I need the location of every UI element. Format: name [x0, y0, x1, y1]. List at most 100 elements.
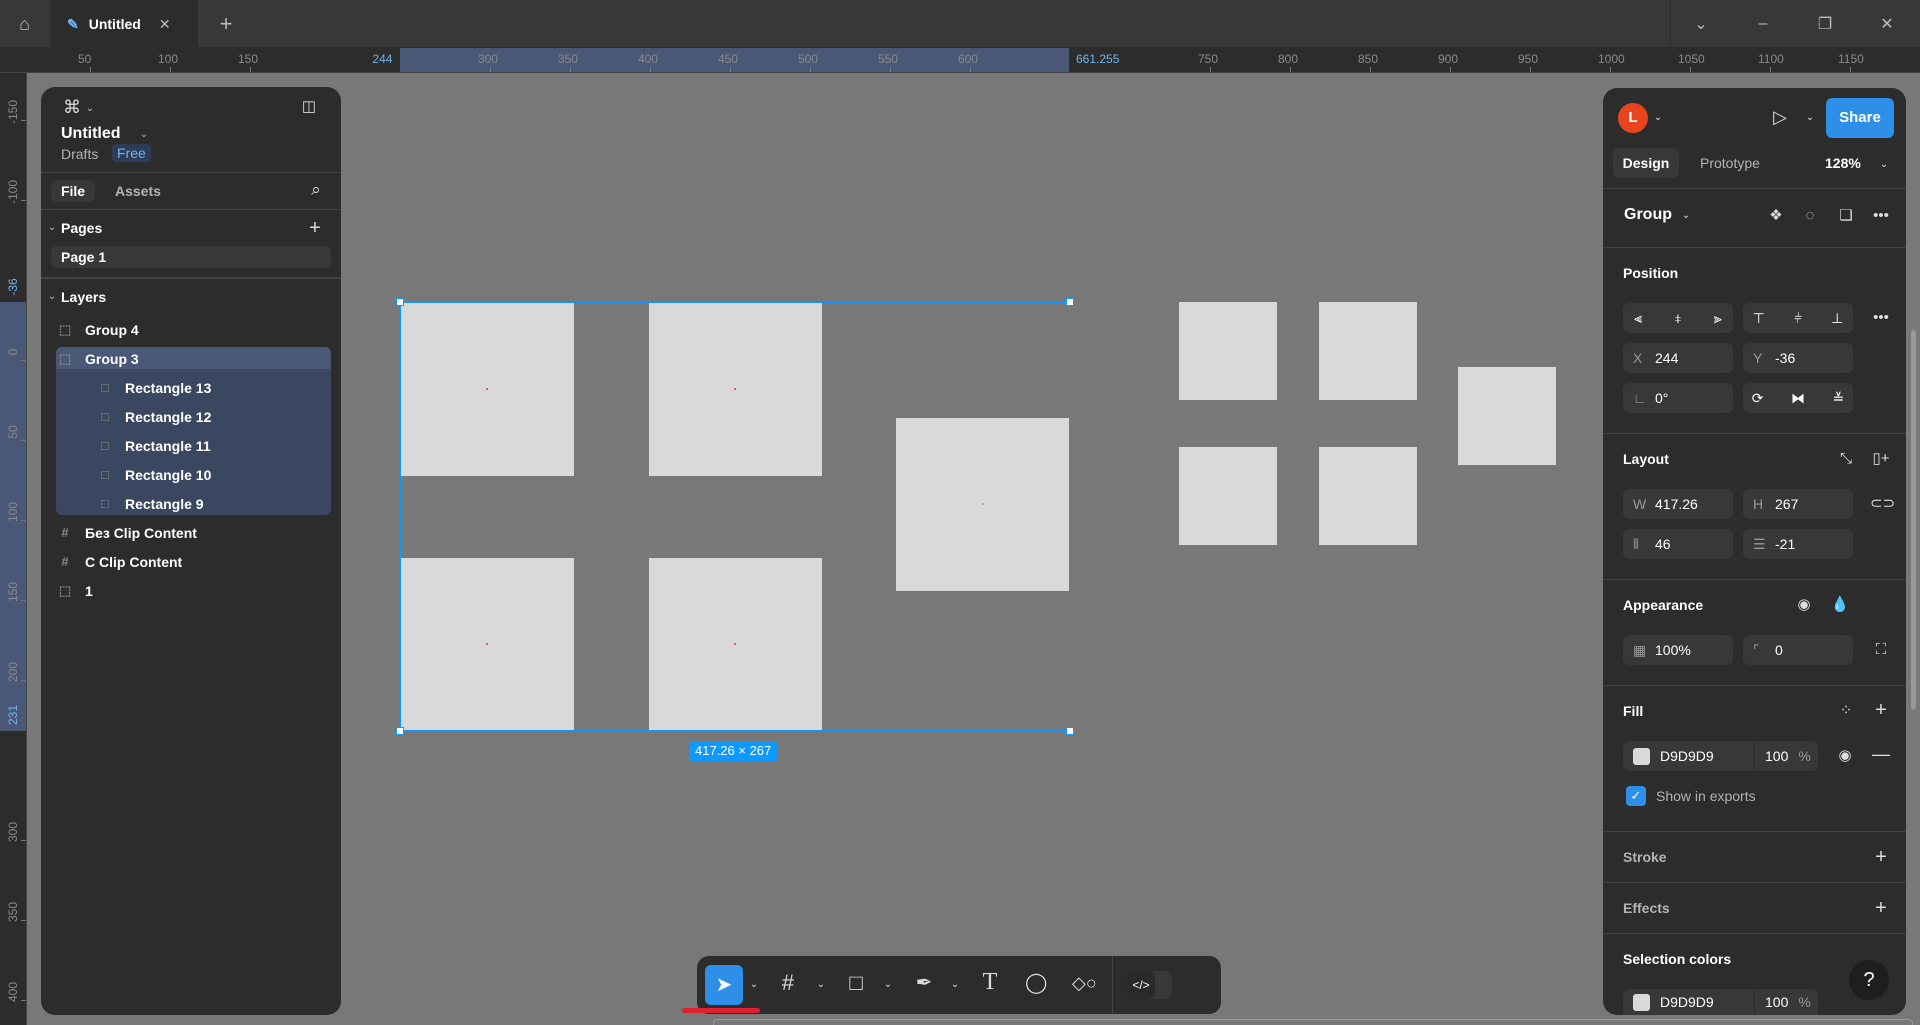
resize-handle-bl[interactable] — [396, 727, 404, 735]
text-tool-icon[interactable]: T — [979, 970, 1001, 994]
pen-tool-icon[interactable]: ✒ — [913, 973, 935, 993]
panel-scrollbar[interactable] — [1911, 330, 1916, 710]
chevron-down-icon[interactable]: ⌄ — [41, 287, 63, 307]
align-left-icon[interactable]: ⫷ — [1634, 310, 1642, 327]
close-tab-icon[interactable]: ✕ — [159, 16, 171, 33]
remove-fill-icon[interactable]: — — [1870, 744, 1892, 764]
avatar[interactable]: L — [1618, 103, 1648, 133]
component-icon[interactable]: ❖ — [1765, 206, 1787, 226]
layer-item[interactable]: # С Clip Content — [41, 547, 341, 576]
selection-type[interactable]: Group — [1624, 206, 1672, 224]
flip-horizontal-icon[interactable]: ⧓ — [1791, 390, 1805, 407]
tab-assets[interactable]: Assets — [115, 183, 161, 199]
fill-color-field[interactable]: D9D9D9 100 % — [1623, 741, 1818, 771]
layer-item[interactable]: # Без Clip Content — [41, 518, 341, 547]
vertical-gap-field[interactable]: ☰ -21 — [1743, 529, 1853, 559]
add-stroke-icon[interactable]: + — [1870, 847, 1892, 867]
group4-rectangle[interactable] — [1319, 447, 1417, 545]
rotate-90-icon[interactable]: ⟳ — [1752, 390, 1764, 407]
fill-swatch[interactable] — [1633, 747, 1650, 765]
chevron-down-icon[interactable]: ⌄ — [1799, 108, 1821, 128]
chevron-down-icon[interactable]: ⌄ — [743, 975, 765, 995]
chevron-down-icon[interactable]: ⌄ — [1647, 108, 1669, 128]
collapse-icon[interactable]: ⤡ — [1835, 449, 1857, 469]
horizontal-gap-field[interactable]: ⫴ 46 — [1623, 529, 1733, 559]
frame-tool-icon[interactable]: # — [777, 972, 799, 994]
canvas-horizontal-scrollbar[interactable] — [713, 1019, 1913, 1025]
group4-rectangle[interactable] — [1319, 302, 1417, 400]
chevron-down-icon[interactable]: ⌄ — [79, 99, 101, 119]
home-button[interactable]: ⌂ — [0, 0, 50, 48]
close-window-button[interactable]: ✕ — [1856, 0, 1918, 48]
height-field[interactable]: H 267 — [1743, 489, 1853, 519]
add-page-icon[interactable]: + — [304, 218, 326, 238]
stroke-title[interactable]: Stroke — [1623, 849, 1667, 865]
page-item[interactable]: Page 1 — [51, 246, 331, 268]
resize-handle-tr[interactable] — [1066, 298, 1074, 306]
chevron-down-icon[interactable]: ⌄ — [877, 975, 899, 995]
align-middle-icon[interactable]: ⫩ — [1794, 310, 1802, 327]
resize-handle-tl[interactable] — [396, 298, 404, 306]
chevron-down-icon[interactable]: ⌄ — [41, 218, 63, 238]
eye-icon[interactable]: ◉ — [1793, 595, 1815, 615]
rotation-field[interactable]: ∟ 0° — [1623, 383, 1733, 413]
add-fill-icon[interactable]: + — [1870, 700, 1892, 720]
align-top-icon[interactable]: ⊤ — [1753, 310, 1765, 327]
align-bottom-icon[interactable]: ⊥ — [1831, 310, 1843, 327]
chevron-down-icon[interactable]: ⌄ — [1670, 0, 1732, 48]
layer-item[interactable]: ⬚ Group 4 — [41, 315, 341, 344]
corner-radius-field[interactable]: ⌜ 0 — [1743, 635, 1853, 665]
group4-rectangle[interactable] — [1458, 367, 1556, 465]
auto-layout-icon[interactable]: ▯+ — [1870, 449, 1892, 469]
file-name[interactable]: Untitled — [61, 125, 121, 143]
resize-handle-br[interactable] — [1066, 727, 1074, 735]
new-tab-button[interactable]: + — [212, 10, 240, 38]
selection-color-swatch[interactable] — [1633, 993, 1650, 1011]
file-location[interactable]: Drafts — [61, 146, 98, 162]
add-effect-icon[interactable]: + — [1870, 898, 1892, 918]
more-icon[interactable]: ••• — [1870, 308, 1892, 328]
chevron-down-icon[interactable]: ⌄ — [810, 975, 832, 995]
selection-box[interactable] — [400, 302, 1070, 731]
layers-title[interactable]: Layers — [61, 289, 106, 305]
group4-rectangle[interactable] — [1179, 447, 1277, 545]
zoom-level[interactable]: 128% — [1825, 155, 1861, 171]
boolean-icon[interactable]: ❏ — [1835, 206, 1857, 226]
tab-design[interactable]: Design — [1613, 148, 1679, 178]
restore-button[interactable]: ❐ — [1794, 0, 1856, 48]
sidebar-toggle-icon[interactable]: ◫ — [298, 97, 320, 117]
help-button[interactable]: ? — [1849, 960, 1889, 1000]
chevron-down-icon[interactable]: ⌄ — [1873, 155, 1895, 175]
x-field[interactable]: X 244 — [1623, 343, 1733, 373]
selection-color-field[interactable]: D9D9D9 100 % — [1623, 989, 1818, 1015]
search-icon[interactable]: ⌕ — [305, 180, 327, 200]
actions-tool-icon[interactable]: ◇○ — [1072, 973, 1097, 993]
chevron-down-icon[interactable]: ⌄ — [1675, 206, 1697, 226]
eye-icon[interactable]: ◉ — [1834, 746, 1856, 766]
share-button[interactable]: Share — [1826, 98, 1894, 138]
rectangle-tool-icon[interactable]: □ — [845, 972, 867, 994]
flip-vertical-icon[interactable]: ≚ — [1832, 390, 1844, 407]
constrain-proportions-icon[interactable]: ⊂⊃ — [1870, 494, 1895, 514]
layer-item[interactable]: □ Rectangle 13 — [41, 373, 341, 402]
show-in-exports-checkbox[interactable]: ✓ — [1626, 786, 1646, 806]
layer-item[interactable]: ⬚ 1 — [41, 576, 341, 605]
layer-item[interactable]: □ Rectangle 9 — [41, 489, 341, 518]
tab-prototype[interactable]: Prototype — [1700, 155, 1760, 171]
more-icon[interactable]: ••• — [1870, 206, 1892, 226]
dev-mode-toggle[interactable]: </> — [1127, 971, 1172, 999]
play-icon[interactable]: ▷ — [1769, 107, 1791, 127]
tab-file[interactable]: File — [51, 180, 95, 202]
file-tab[interactable]: ✎ Untitled ✕ — [51, 0, 198, 48]
blend-mode-icon[interactable]: 💧 — [1829, 595, 1851, 615]
pages-title[interactable]: Pages — [61, 220, 102, 236]
selection-color-opacity[interactable]: 100 — [1765, 994, 1788, 1010]
group4-rectangle[interactable] — [1179, 302, 1277, 400]
independent-corners-icon[interactable]: ⛶ — [1870, 640, 1892, 660]
effects-title[interactable]: Effects — [1623, 900, 1670, 916]
layer-item[interactable]: □ Rectangle 12 — [41, 402, 341, 431]
layer-item[interactable]: ⬚ Group 3 — [41, 344, 341, 373]
move-tool-button[interactable]: ➤ — [705, 965, 743, 1005]
layer-item[interactable]: □ Rectangle 11 — [41, 431, 341, 460]
minimize-button[interactable]: – — [1732, 0, 1794, 48]
